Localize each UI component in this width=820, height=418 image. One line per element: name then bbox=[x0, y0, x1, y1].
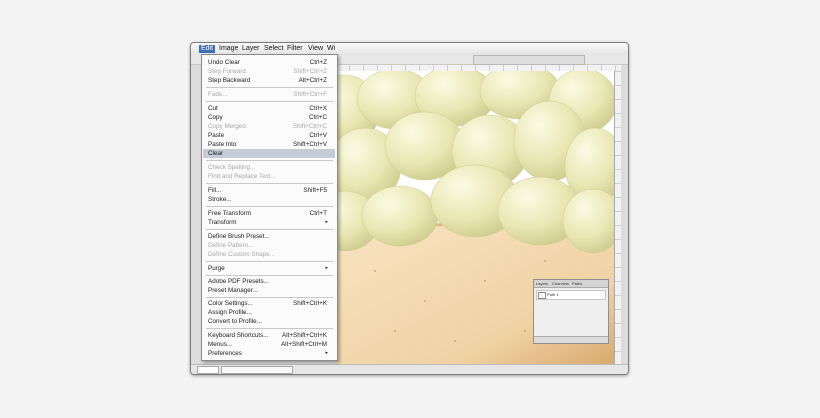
menu-item-check-spelling[interactable]: Check Spelling... bbox=[208, 163, 331, 172]
menu-separator bbox=[206, 101, 333, 102]
menu-item-purge[interactable]: Purge ▸ bbox=[208, 264, 331, 273]
path-label: Path 1 bbox=[547, 292, 559, 297]
menu-separator bbox=[206, 160, 333, 161]
menu-item-define-pattern[interactable]: Define Pattern... bbox=[208, 241, 331, 250]
menu-filter[interactable]: Filter bbox=[287, 45, 303, 53]
menu-separator bbox=[206, 328, 333, 329]
menu-item-keyboard-shortcuts[interactable]: Keyboard Shortcuts... Alt+Shift+Ctrl+K bbox=[208, 331, 331, 340]
menu-item-clear[interactable]: Clear bbox=[203, 149, 335, 158]
menu-item-find-replace[interactable]: Find and Replace Text... bbox=[208, 172, 331, 181]
layers-panel: Layers Channels Paths Path 1 bbox=[533, 279, 609, 344]
menu-separator bbox=[206, 183, 333, 184]
menu-item-assign-profile[interactable]: Assign Profile... bbox=[208, 308, 331, 317]
menu-item-paste-into[interactable]: Paste Into Shift+Ctrl+V bbox=[208, 140, 331, 149]
menu-view[interactable]: View bbox=[308, 45, 323, 53]
menu-item-color-settings[interactable]: Color Settings... Shift+Ctrl+K bbox=[208, 299, 331, 308]
menu-separator bbox=[206, 275, 333, 276]
menu-layer[interactable]: Layer bbox=[242, 45, 260, 53]
path-thumbnail bbox=[538, 292, 546, 299]
zoom-field[interactable] bbox=[197, 366, 219, 374]
menu-item-free-transform[interactable]: Free Transform Ctrl+T bbox=[208, 209, 331, 218]
menu-separator bbox=[206, 87, 333, 88]
menu-image[interactable]: Image bbox=[219, 45, 238, 53]
status-bar bbox=[191, 364, 628, 374]
menu-edit[interactable]: Edit bbox=[199, 45, 216, 53]
panel-tabs: Layers Channels Paths bbox=[534, 280, 608, 288]
menu-item-step-forward[interactable]: Step Forward Shift+Ctrl+Z bbox=[208, 67, 331, 76]
tab-paths[interactable]: Paths bbox=[572, 281, 582, 286]
menu-item-transform[interactable]: Transform ▸ bbox=[208, 218, 331, 227]
menu-item-preset-manager[interactable]: Preset Manager... bbox=[208, 286, 331, 295]
menu-window[interactable]: Wi bbox=[327, 45, 335, 53]
edit-menu-dropdown: Undo Clear Ctrl+Z Step Forward Shift+Ctrl+… bbox=[201, 54, 338, 361]
submenu-arrow-icon: ▸ bbox=[325, 219, 328, 225]
tab-channels[interactable]: Channels bbox=[552, 281, 569, 286]
menu-item-cut[interactable]: Cut Ctrl+X bbox=[208, 104, 331, 113]
menu-item-step-backward[interactable]: Step Backward Alt+Ctrl+Z bbox=[208, 76, 331, 85]
menu-select[interactable]: Select bbox=[264, 45, 283, 53]
menu-item-undo-clear[interactable]: Undo Clear Ctrl+Z bbox=[208, 58, 331, 67]
menu-item-menus[interactable]: Menus... Alt+Shift+Ctrl+M bbox=[208, 340, 331, 349]
menu-item-stroke[interactable]: Stroke... bbox=[208, 195, 331, 204]
submenu-arrow-icon: ▸ bbox=[325, 350, 328, 356]
menu-item-preferences[interactable]: Preferences ▸ bbox=[208, 349, 331, 358]
tab-layers[interactable]: Layers bbox=[536, 281, 548, 286]
menu-separator bbox=[206, 206, 333, 207]
path-row[interactable]: Path 1 bbox=[536, 290, 606, 300]
menu-item-convert-profile[interactable]: Convert to Profile... bbox=[208, 317, 331, 326]
menu-separator bbox=[206, 297, 333, 298]
doc-info[interactable] bbox=[221, 366, 293, 374]
menu-item-define-custom-shape[interactable]: Define Custom Shape... bbox=[208, 250, 331, 259]
palette-well[interactable] bbox=[473, 55, 585, 65]
side-ruler bbox=[614, 71, 621, 365]
menu-item-define-brush[interactable]: Define Brush Preset... bbox=[208, 232, 331, 241]
menu-separator bbox=[206, 229, 333, 230]
menu-item-copy[interactable]: Copy Ctrl+C bbox=[208, 113, 331, 122]
menu-item-copy-merged[interactable]: Copy Merged Shift+Ctrl+C bbox=[208, 122, 331, 131]
menu-item-pdf-presets[interactable]: Adobe PDF Presets... bbox=[208, 277, 331, 286]
menu-item-paste[interactable]: Paste Ctrl+V bbox=[208, 131, 331, 140]
menu-item-fill[interactable]: Fill... Shift+F5 bbox=[208, 186, 331, 195]
submenu-arrow-icon: ▸ bbox=[325, 265, 328, 271]
panel-footer bbox=[534, 336, 608, 343]
menu-separator bbox=[206, 261, 333, 262]
menu-item-fade[interactable]: Fade... Shift+Ctrl+F bbox=[208, 90, 331, 99]
